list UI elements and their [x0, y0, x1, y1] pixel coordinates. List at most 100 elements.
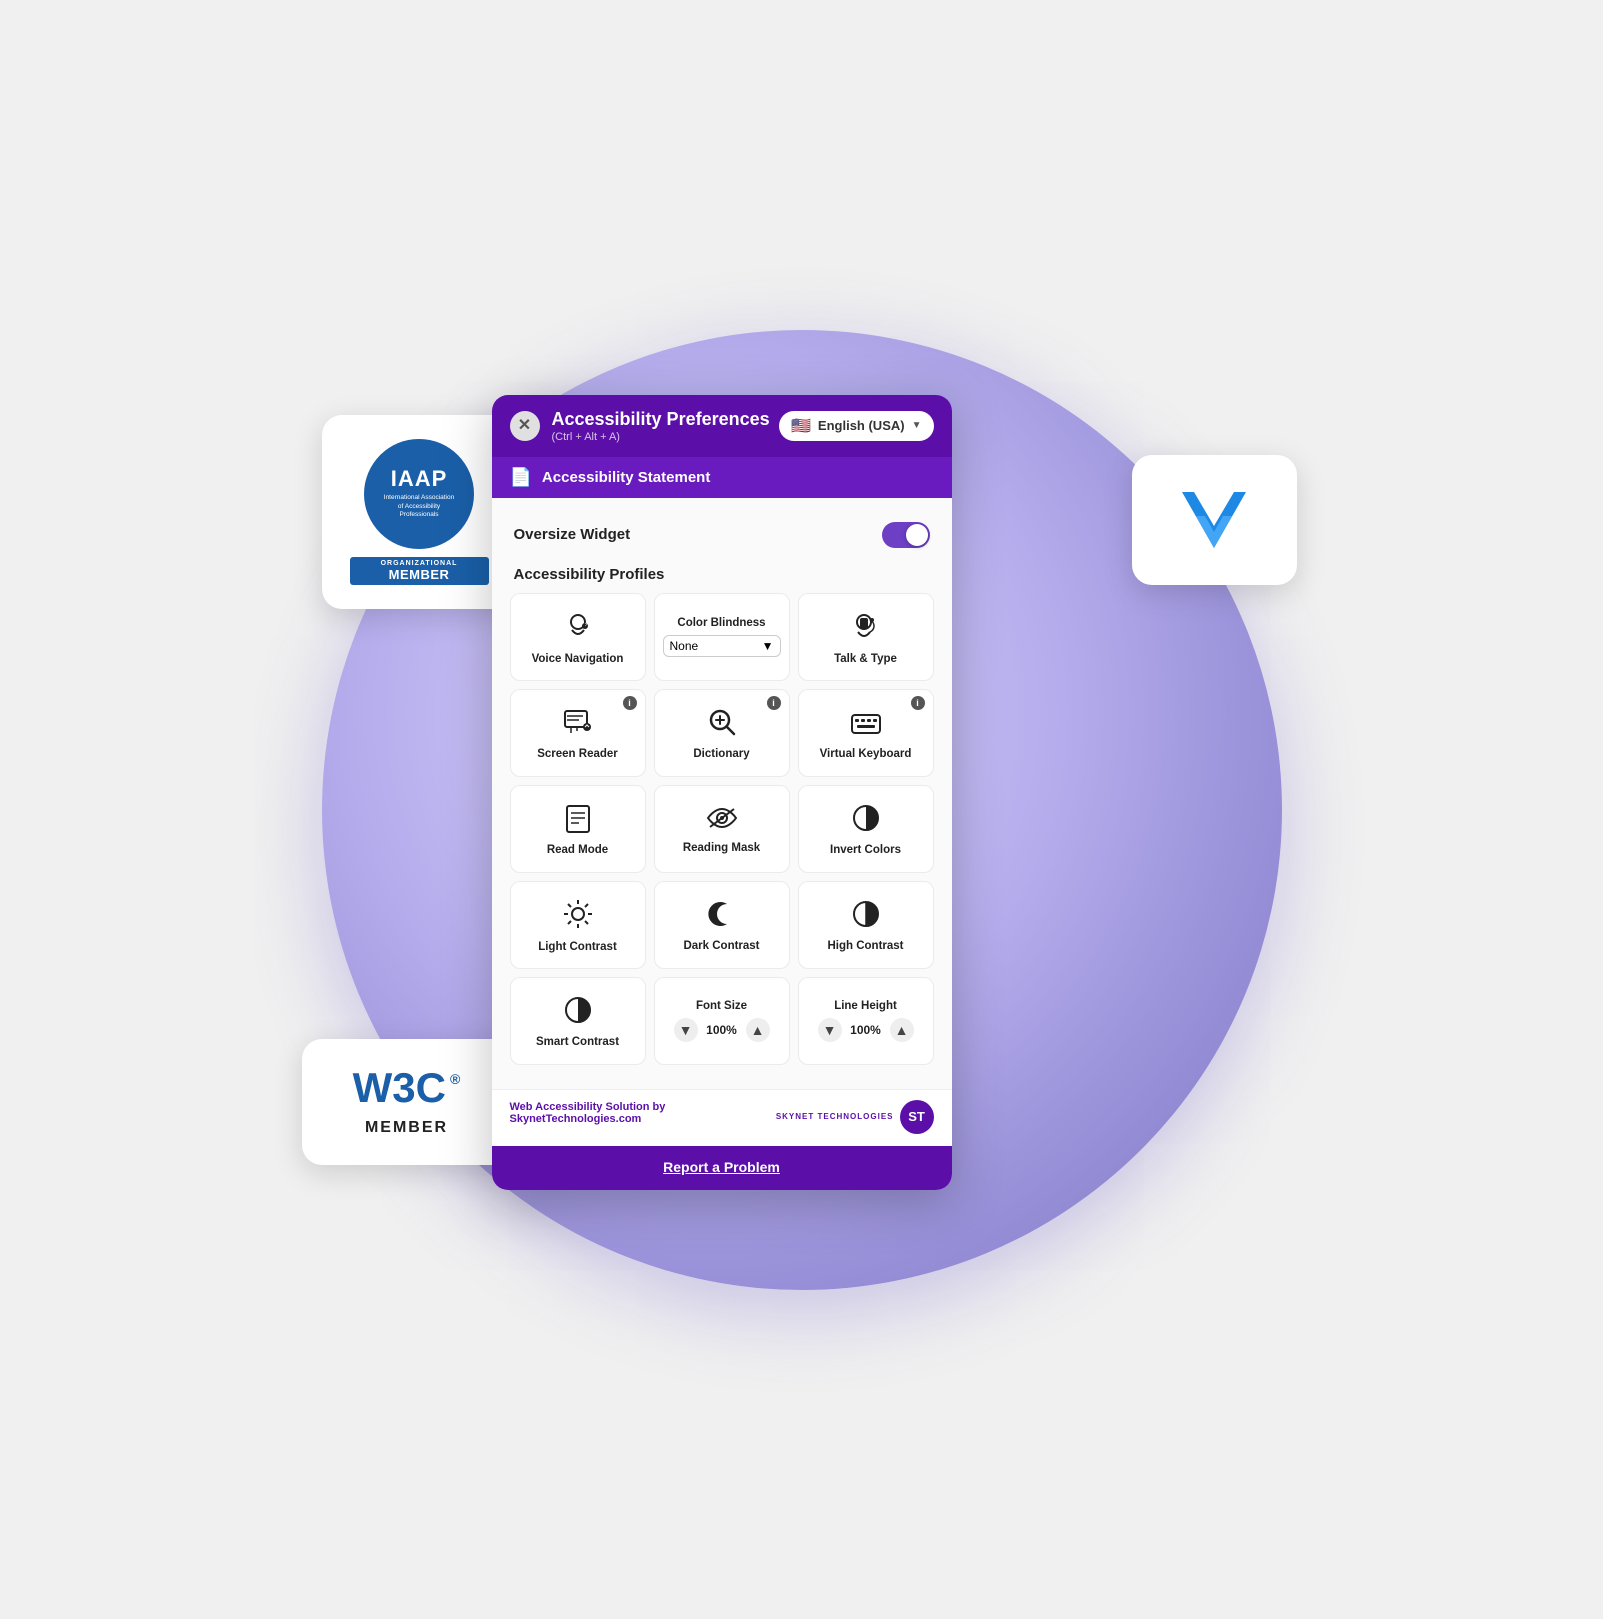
voice-navigation-cell[interactable]: Voice Navigation [510, 593, 646, 681]
iaap-circle: IAAP International Association of Access… [364, 439, 474, 549]
light-contrast-icon [562, 898, 594, 934]
accessibility-panel: ✕ Accessibility Preferences (Ctrl + Alt … [492, 395, 952, 1190]
line-height-stepper: ▼ 100% ▲ [818, 1018, 914, 1042]
line-height-label: Line Height [834, 1000, 897, 1012]
smart-contrast-label: Smart Contrast [536, 1035, 619, 1050]
row2-grid: i Screen Reader i [510, 689, 934, 777]
oversize-widget-label: Oversize Widget [514, 526, 631, 543]
dictionary-label: Dictionary [693, 747, 749, 762]
oversize-widget-row: Oversize Widget [510, 514, 934, 556]
statement-text: Accessibility Statement [542, 469, 710, 486]
dictionary-icon [707, 707, 737, 741]
reading-mask-label: Reading Mask [683, 841, 760, 856]
statement-icon: 📄 [510, 467, 532, 488]
w3c-member-label: MEMBER [365, 1119, 448, 1137]
oversize-widget-toggle[interactable] [882, 522, 930, 548]
dark-contrast-label: Dark Contrast [683, 939, 759, 954]
footer-brand: SKYNET TECHNOLOGIES ST [776, 1100, 934, 1134]
font-size-increase-btn[interactable]: ▲ [746, 1018, 770, 1042]
toggle-knob [906, 524, 928, 546]
dark-contrast-icon [707, 899, 737, 933]
chevron-down-icon: ▼ [912, 420, 922, 431]
talk-type-icon [850, 610, 882, 646]
virtual-keyboard-icon [851, 707, 881, 741]
panel-subtitle: (Ctrl + Alt + A) [552, 431, 770, 443]
row4-grid: Light Contrast Dark Contrast [510, 881, 934, 969]
w3c-reg: ® [450, 1071, 460, 1087]
screen-reader-info-icon: i [623, 696, 637, 710]
read-mode-label: Read Mode [547, 843, 608, 858]
font-size-cell: Font Size ▼ 100% ▲ [654, 977, 790, 1065]
line-height-cell: Line Height ▼ 100% ▲ [798, 977, 934, 1065]
light-contrast-label: Light Contrast [538, 940, 617, 955]
read-mode-icon [563, 803, 593, 837]
footer-text: Web Accessibility Solution by SkynetTech… [510, 1101, 666, 1125]
language-text: English (USA) [818, 418, 905, 433]
panel-header-left: ✕ Accessibility Preferences (Ctrl + Alt … [510, 409, 770, 443]
iaap-subtitle: International Association of Accessibili… [384, 494, 454, 519]
panel-header: ✕ Accessibility Preferences (Ctrl + Alt … [492, 395, 952, 457]
scene: IAAP International Association of Access… [252, 260, 1352, 1360]
row5-grid: Smart Contrast Font Size ▼ 100% ▲ Line H… [510, 977, 934, 1065]
profiles-section-header: Accessibility Profiles [510, 560, 934, 593]
w3c-text: W3C [353, 1067, 446, 1109]
iaap-title: IAAP [391, 467, 448, 491]
color-blindness-select[interactable]: None ▼ [663, 635, 781, 657]
screen-reader-label: Screen Reader [537, 747, 618, 762]
talk-type-cell[interactable]: Talk & Type [798, 593, 934, 681]
row1-grid: Voice Navigation Color Blindness None ▼ [510, 593, 934, 681]
font-size-decrease-btn[interactable]: ▼ [674, 1018, 698, 1042]
high-contrast-icon [851, 899, 881, 933]
iaap-org-badge: ORGANIZATIONAL MEMBER [350, 557, 489, 585]
dictionary-info-icon: i [767, 696, 781, 710]
dark-contrast-cell[interactable]: Dark Contrast [654, 881, 790, 969]
read-mode-cell[interactable]: Read Mode [510, 785, 646, 873]
invert-colors-cell[interactable]: Invert Colors [798, 785, 934, 873]
w3c-logo: W3C ® [353, 1067, 461, 1109]
light-contrast-cell[interactable]: Light Contrast [510, 881, 646, 969]
color-blindness-value: None [670, 639, 699, 653]
w3c-member-card: W3C ® MEMBER [302, 1039, 512, 1165]
color-blindness-chevron: ▼ [762, 639, 774, 653]
font-size-label: Font Size [696, 1000, 747, 1012]
virtual-keyboard-cell[interactable]: i Virtual Keyboard [798, 689, 934, 777]
high-contrast-cell[interactable]: High Contrast [798, 881, 934, 969]
close-icon: ✕ [518, 418, 531, 434]
virtual-keyboard-info-icon: i [911, 696, 925, 710]
accessibility-statement-bar[interactable]: 📄 Accessibility Statement [492, 457, 952, 498]
color-blindness-label: Color Blindness [677, 617, 765, 629]
vuetify-logo [1174, 480, 1254, 560]
line-height-decrease-btn[interactable]: ▼ [818, 1018, 842, 1042]
panel-footer: Web Accessibility Solution by SkynetTech… [492, 1089, 952, 1146]
smart-contrast-cell[interactable]: Smart Contrast [510, 977, 646, 1065]
brand-label: SKYNET TECHNOLOGIES [776, 1112, 894, 1121]
st-logo: ST [900, 1100, 934, 1134]
voice-navigation-icon [562, 610, 594, 646]
smart-contrast-icon [563, 995, 593, 1029]
voice-navigation-label: Voice Navigation [532, 652, 624, 667]
flag-icon: 🇺🇸 [791, 416, 811, 436]
dictionary-cell[interactable]: i Dictionary [654, 689, 790, 777]
screen-reader-icon [563, 707, 593, 741]
panel-title-group: Accessibility Preferences (Ctrl + Alt + … [552, 409, 770, 443]
reading-mask-icon [706, 805, 738, 835]
virtual-keyboard-label: Virtual Keyboard [820, 747, 912, 762]
reading-mask-cell[interactable]: Reading Mask [654, 785, 790, 873]
color-blindness-cell: Color Blindness None ▼ [654, 593, 790, 681]
invert-colors-label: Invert Colors [830, 843, 901, 858]
report-problem-label: Report a Problem [663, 1159, 780, 1175]
report-problem-button[interactable]: Report a Problem [492, 1146, 952, 1190]
high-contrast-label: High Contrast [827, 939, 903, 954]
line-height-value: 100% [848, 1023, 884, 1037]
row3-grid: Read Mode Reading Mask [510, 785, 934, 873]
panel-title: Accessibility Preferences [552, 409, 770, 430]
font-size-stepper: ▼ 100% ▲ [674, 1018, 770, 1042]
panel-body: Oversize Widget Accessibility Profiles [492, 498, 952, 1089]
close-button[interactable]: ✕ [510, 411, 540, 441]
iaap-badge-card: IAAP International Association of Access… [322, 415, 517, 609]
font-size-value: 100% [704, 1023, 740, 1037]
screen-reader-cell[interactable]: i Screen Reader [510, 689, 646, 777]
line-height-increase-btn[interactable]: ▲ [890, 1018, 914, 1042]
v-badge-card [1132, 455, 1297, 585]
language-selector[interactable]: 🇺🇸 English (USA) ▼ [779, 411, 934, 441]
